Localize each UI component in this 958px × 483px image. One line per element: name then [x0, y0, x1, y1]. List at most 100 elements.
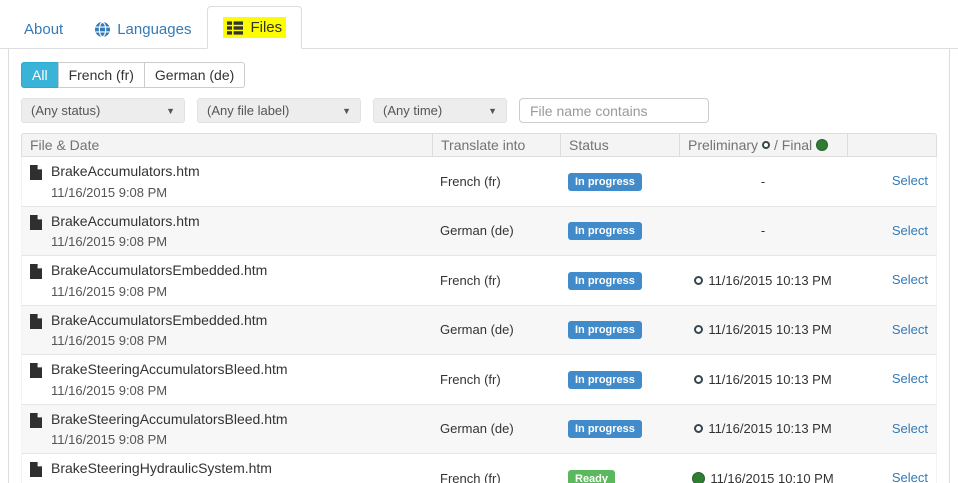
chevron-down-icon: ▼	[488, 106, 497, 116]
file-date: 11/16/2015 9:08 PM	[51, 185, 200, 200]
file-cell: BrakeAccumulatorsEmbedded.htm 11/16/2015…	[22, 306, 432, 355]
preliminary-final-cell: 11/16/2015 10:10 PM	[679, 471, 847, 483]
translate-into-cell: French (fr)	[432, 471, 560, 483]
header-status: Status	[560, 134, 679, 156]
file-cell: BrakeAccumulators.htm 11/16/2015 9:08 PM	[22, 157, 432, 206]
table-row: BrakeAccumulatorsEmbedded.htm 11/16/2015…	[21, 256, 937, 306]
file-name-search-input[interactable]	[519, 98, 709, 123]
time-dropdown-label: (Any time)	[383, 103, 442, 118]
select-link[interactable]: Select	[892, 421, 928, 436]
file-icon	[30, 213, 42, 235]
translate-into-cell: French (fr)	[432, 372, 560, 387]
header-translate-into: Translate into	[432, 134, 560, 156]
preliminary-final-cell: -	[679, 223, 847, 238]
tab-bar: About Languages Files	[0, 0, 958, 49]
status-badge: In progress	[568, 173, 642, 191]
tab-languages-label: Languages	[117, 21, 191, 38]
status-cell: Ready	[560, 469, 679, 483]
filter-german-button[interactable]: German (de)	[144, 62, 245, 88]
filled-circle-icon	[692, 472, 705, 483]
select-cell: Select	[847, 469, 936, 483]
select-cell: Select	[847, 370, 936, 388]
translate-into-cell: German (de)	[432, 322, 560, 337]
marker-date: 11/16/2015 10:13 PM	[708, 372, 831, 387]
status-badge: In progress	[568, 420, 642, 438]
select-cell: Select	[847, 321, 936, 339]
file-cell: BrakeAccumulatorsEmbedded.htm 11/16/2015…	[22, 256, 432, 305]
tab-files-highlight: Files	[223, 17, 286, 38]
file-name: BrakeAccumulatorsEmbedded.htm	[51, 262, 267, 280]
file-cell: BrakeSteeringHydraulicSystem.htm 11/16/2…	[22, 454, 432, 483]
file-cell: BrakeAccumulators.htm 11/16/2015 9:08 PM	[22, 207, 432, 256]
table-row: BrakeSteeringHydraulicSystem.htm 11/16/2…	[21, 454, 937, 483]
tab-files[interactable]: Files	[207, 6, 302, 49]
tab-languages[interactable]: Languages	[79, 10, 207, 49]
tab-about-label: About	[24, 21, 63, 38]
status-badge: In progress	[568, 272, 642, 290]
file-name: BrakeAccumulators.htm	[51, 213, 200, 231]
file-meta: BrakeAccumulators.htm 11/16/2015 9:08 PM	[51, 213, 200, 250]
translate-into-cell: French (fr)	[432, 174, 560, 189]
select-link[interactable]: Select	[892, 272, 928, 287]
file-name: BrakeAccumulatorsEmbedded.htm	[51, 312, 267, 330]
chevron-down-icon: ▼	[166, 106, 175, 116]
select-link[interactable]: Select	[892, 223, 928, 238]
hollow-circle-icon	[694, 276, 703, 285]
filter-all-button[interactable]: All	[21, 62, 59, 88]
status-dropdown[interactable]: (Any status) ▼	[21, 98, 185, 123]
marker-date: 11/16/2015 10:13 PM	[708, 421, 831, 436]
select-link[interactable]: Select	[892, 322, 928, 337]
select-link[interactable]: Select	[892, 173, 928, 188]
translate-into-cell: German (de)	[432, 223, 560, 238]
select-link[interactable]: Select	[892, 470, 928, 483]
status-badge: In progress	[568, 222, 642, 240]
select-cell: Select	[847, 222, 936, 240]
translate-into-cell: French (fr)	[432, 273, 560, 288]
file-icon	[30, 411, 42, 433]
marker-date: -	[761, 223, 765, 238]
select-cell: Select	[847, 271, 936, 289]
file-meta: BrakeSteeringAccumulatorsBleed.htm 11/16…	[51, 411, 288, 448]
file-date: 11/16/2015 9:08 PM	[51, 432, 288, 447]
table-row: BrakeSteeringAccumulatorsBleed.htm 11/16…	[21, 405, 937, 455]
select-link[interactable]: Select	[892, 371, 928, 386]
file-meta: BrakeSteeringHydraulicSystem.htm 11/16/2…	[51, 460, 272, 483]
table-row: BrakeAccumulators.htm 11/16/2015 9:08 PM…	[21, 157, 937, 207]
filter-french-button[interactable]: French (fr)	[58, 62, 145, 88]
tab-files-label: Files	[250, 19, 282, 36]
file-label-dropdown[interactable]: (Any file label) ▼	[197, 98, 361, 123]
file-date: 11/16/2015 9:08 PM	[51, 383, 288, 398]
time-dropdown[interactable]: (Any time) ▼	[373, 98, 507, 123]
files-panel: All French (fr) German (de) (Any status)…	[8, 49, 950, 483]
table-body: BrakeAccumulators.htm 11/16/2015 9:08 PM…	[21, 157, 937, 483]
filled-circle-icon	[816, 139, 828, 151]
status-cell: In progress	[560, 419, 679, 438]
status-cell: In progress	[560, 320, 679, 339]
status-badge: Ready	[568, 470, 615, 483]
header-select-column	[847, 134, 936, 156]
file-meta: BrakeSteeringAccumulatorsBleed.htm 11/16…	[51, 361, 288, 398]
marker-date: 11/16/2015 10:13 PM	[708, 322, 831, 337]
language-filter-group: All French (fr) German (de)	[21, 62, 245, 88]
hollow-circle-icon	[762, 141, 770, 149]
file-name: BrakeSteeringAccumulatorsBleed.htm	[51, 411, 288, 429]
file-icon	[30, 163, 42, 185]
hollow-circle-icon	[694, 325, 703, 334]
file-cell: BrakeSteeringAccumulatorsBleed.htm 11/16…	[22, 355, 432, 404]
file-meta: BrakeAccumulators.htm 11/16/2015 9:08 PM	[51, 163, 200, 200]
header-file-date: File & Date	[22, 134, 432, 156]
file-meta: BrakeAccumulatorsEmbedded.htm 11/16/2015…	[51, 262, 267, 299]
file-cell: BrakeSteeringAccumulatorsBleed.htm 11/16…	[22, 405, 432, 454]
status-dropdown-label: (Any status)	[31, 103, 100, 118]
tab-about[interactable]: About	[8, 10, 79, 49]
status-badge: In progress	[568, 321, 642, 339]
status-cell: In progress	[560, 221, 679, 240]
file-date: 11/16/2015 9:08 PM	[51, 333, 267, 348]
page: About Languages Files All French (fr) Ge…	[0, 0, 958, 483]
file-date: 11/16/2015 9:08 PM	[51, 234, 200, 249]
status-cell: In progress	[560, 370, 679, 389]
table-row: BrakeAccumulators.htm 11/16/2015 9:08 PM…	[21, 207, 937, 257]
preliminary-final-cell: 11/16/2015 10:13 PM	[679, 372, 847, 387]
preliminary-final-cell: -	[679, 174, 847, 189]
status-badge: In progress	[568, 371, 642, 389]
